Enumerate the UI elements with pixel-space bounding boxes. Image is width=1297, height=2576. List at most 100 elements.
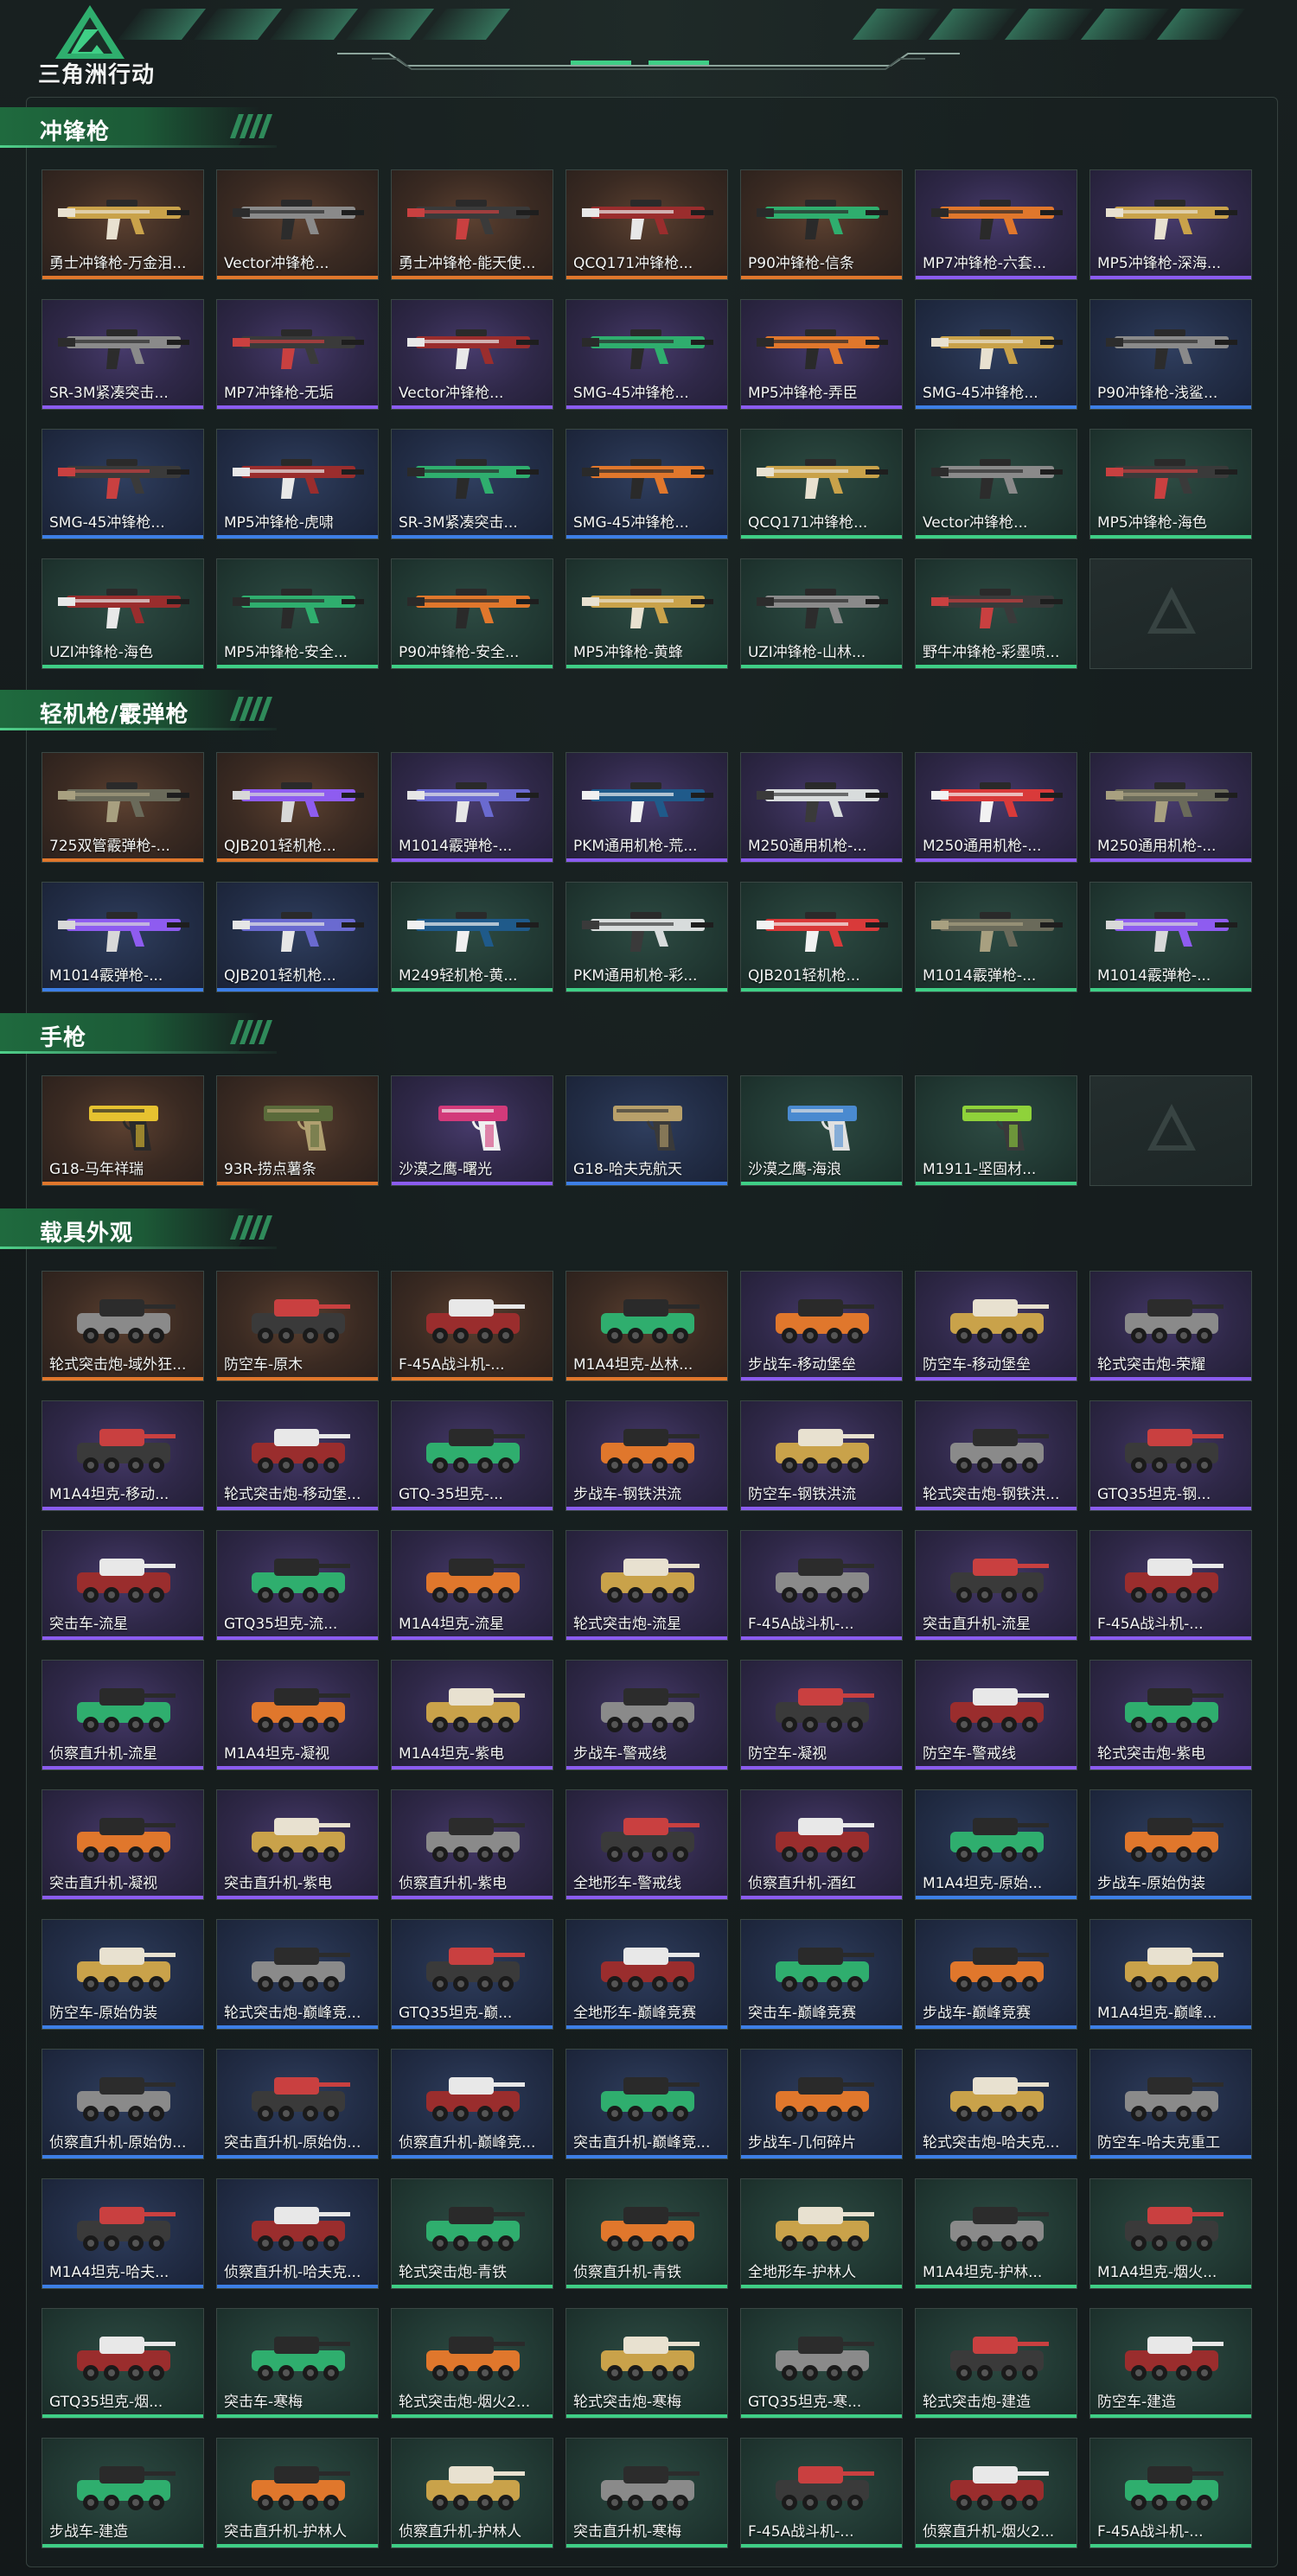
skin-card[interactable]: 侦察直升机-酒红 [740, 1789, 903, 1900]
skin-card[interactable]: Vector冲锋枪... [915, 429, 1077, 539]
skin-card[interactable]: UZI冲锋枪-山林... [740, 558, 903, 669]
skin-card[interactable]: SMG-45冲锋枪... [565, 429, 728, 539]
skin-card[interactable]: 勇士冲锋枪-万金泪... [42, 169, 204, 280]
skin-card[interactable]: 轮式突击炮-青铁 [391, 2178, 553, 2289]
skin-card[interactable]: Vector冲锋枪... [216, 169, 379, 280]
skin-card[interactable]: F-45A战斗机-... [391, 1271, 553, 1381]
skin-card[interactable]: 防空车-建造 [1089, 2308, 1252, 2419]
skin-card[interactable]: 野牛冲锋枪-彩墨喷... [915, 558, 1077, 669]
skin-card[interactable]: 轮式突击炮-流星 [565, 1530, 728, 1641]
skin-card[interactable]: GTQ35坦克-巅... [391, 1919, 553, 2030]
skin-card[interactable]: 步战车-几何碎片 [740, 2049, 903, 2159]
skin-card[interactable]: MP5冲锋枪-黄蜂 [565, 558, 728, 669]
skin-card[interactable]: M250通用机枪-... [1089, 752, 1252, 863]
skin-card[interactable]: M1A4坦克-凝视 [216, 1660, 379, 1770]
skin-card[interactable]: 轮式突击炮-哈夫克... [915, 2049, 1077, 2159]
skin-card[interactable]: 侦察直升机-原始伪... [42, 2049, 204, 2159]
skin-card[interactable]: QCQ171冲锋枪... [740, 429, 903, 539]
skin-card[interactable]: SMG-45冲锋枪... [915, 299, 1077, 410]
skin-card[interactable]: GTQ-35坦克-... [391, 1400, 553, 1511]
skin-card[interactable]: GTQ35坦克-流... [216, 1530, 379, 1641]
skin-card[interactable]: 轮式突击炮-荣耀 [1089, 1271, 1252, 1381]
skin-card[interactable]: 突击直升机-寒梅 [565, 2438, 728, 2548]
skin-card[interactable]: 步战车-警戒线 [565, 1660, 728, 1770]
skin-card[interactable]: F-45A战斗机-... [1089, 2438, 1252, 2548]
skin-card[interactable]: M1A4坦克-移动... [42, 1400, 204, 1511]
skin-card[interactable]: P90冲锋枪-安全... [391, 558, 553, 669]
skin-card[interactable]: M1A4坦克-丛林... [565, 1271, 728, 1381]
skin-card[interactable]: M1A4坦克-流星 [391, 1530, 553, 1641]
skin-card[interactable]: 步战车-建造 [42, 2438, 204, 2548]
skin-card[interactable]: 侦察直升机-青铁 [565, 2178, 728, 2289]
skin-card[interactable]: UZI冲锋枪-海色 [42, 558, 204, 669]
skin-card[interactable]: 轮式突击炮-巅峰竞... [216, 1919, 379, 2030]
skin-card[interactable]: 侦察直升机-紫电 [391, 1789, 553, 1900]
skin-card[interactable]: M1A4坦克-护林... [915, 2178, 1077, 2289]
skin-card[interactable]: MP7冲锋枪-六套... [915, 169, 1077, 280]
skin-card[interactable]: 轮式突击炮-寒梅 [565, 2308, 728, 2419]
skin-card[interactable]: MP5冲锋枪-深海... [1089, 169, 1252, 280]
skin-card[interactable]: 轮式突击炮-移动堡... [216, 1400, 379, 1511]
skin-card[interactable]: MP7冲锋枪-无垢 [216, 299, 379, 410]
skin-card[interactable]: 防空车-原始伪装 [42, 1919, 204, 2030]
skin-card[interactable]: 突击车-流星 [42, 1530, 204, 1641]
skin-card[interactable]: M1A4坦克-烟火... [1089, 2178, 1252, 2289]
skin-card[interactable]: 防空车-凝视 [740, 1660, 903, 1770]
skin-card[interactable]: M1911-坚固材... [915, 1075, 1077, 1186]
skin-card[interactable]: 防空车-原木 [216, 1271, 379, 1381]
skin-card[interactable]: 93R-捞点薯条 [216, 1075, 379, 1186]
skin-card[interactable]: M1014霰弹枪-... [42, 882, 204, 992]
skin-card[interactable]: 轮式突击炮-烟火2... [391, 2308, 553, 2419]
skin-card[interactable]: 侦察直升机-哈夫克... [216, 2178, 379, 2289]
skin-card[interactable]: P90冲锋枪-浅鲨... [1089, 299, 1252, 410]
skin-card[interactable]: 轮式突击炮-建造 [915, 2308, 1077, 2419]
skin-card[interactable]: PKM通用机枪-彩... [565, 882, 728, 992]
skin-card[interactable]: 突击车-巅峰竞赛 [740, 1919, 903, 2030]
skin-card[interactable]: P90冲锋枪-信条 [740, 169, 903, 280]
skin-card[interactable]: GTQ35坦克-烟... [42, 2308, 204, 2419]
skin-card[interactable]: MP5冲锋枪-弄臣 [740, 299, 903, 410]
skin-card[interactable]: QJB201轻机枪... [216, 752, 379, 863]
skin-card[interactable]: MP5冲锋枪-海色 [1089, 429, 1252, 539]
skin-card[interactable]: 突击直升机-巅峰竞... [565, 2049, 728, 2159]
skin-card[interactable]: 侦察直升机-护林人 [391, 2438, 553, 2548]
skin-card[interactable]: M1014霰弹枪-... [1089, 882, 1252, 992]
skin-card[interactable]: M1014霰弹枪-... [915, 882, 1077, 992]
skin-card[interactable]: M250通用机枪-... [740, 752, 903, 863]
skin-card[interactable]: SR-3M紧凑突击... [391, 429, 553, 539]
skin-card[interactable]: QCQ171冲锋枪... [565, 169, 728, 280]
skin-card[interactable]: G18-哈夫克航天 [565, 1075, 728, 1186]
skin-card[interactable]: 步战车-巅峰竞赛 [915, 1919, 1077, 2030]
skin-card[interactable]: 勇士冲锋枪-能天使... [391, 169, 553, 280]
skin-card[interactable]: 轮式突击炮-钢铁洪... [915, 1400, 1077, 1511]
skin-card[interactable]: GTQ35坦克-钢... [1089, 1400, 1252, 1511]
skin-card[interactable]: M1A4坦克-哈夫... [42, 2178, 204, 2289]
skin-card[interactable]: Vector冲锋枪... [391, 299, 553, 410]
skin-card[interactable]: M1A4坦克-巅峰... [1089, 1919, 1252, 2030]
skin-card[interactable]: 侦察直升机-流星 [42, 1660, 204, 1770]
skin-card[interactable]: 步战车-钢铁洪流 [565, 1400, 728, 1511]
skin-card[interactable]: F-45A战斗机-... [740, 1530, 903, 1641]
skin-card[interactable]: 沙漠之鹰-曙光 [391, 1075, 553, 1186]
skin-card[interactable]: M249轻机枪-黄... [391, 882, 553, 992]
skin-card[interactable]: 突击直升机-护林人 [216, 2438, 379, 2548]
skin-card[interactable]: QJB201轻机枪... [216, 882, 379, 992]
skin-card[interactable]: 轮式突击炮-紫电 [1089, 1660, 1252, 1770]
skin-card[interactable]: 全地形车-警戒线 [565, 1789, 728, 1900]
skin-card[interactable]: 沙漠之鹰-海浪 [740, 1075, 903, 1186]
skin-card[interactable]: 防空车-哈夫克重工 [1089, 2049, 1252, 2159]
skin-card[interactable]: 侦察直升机-烟火2... [915, 2438, 1077, 2548]
skin-card[interactable]: SR-3M紧凑突击... [42, 299, 204, 410]
skin-card[interactable]: 防空车-警戒线 [915, 1660, 1077, 1770]
skin-card[interactable]: M1A4坦克-紫电 [391, 1660, 553, 1770]
skin-card[interactable]: G18-马年祥瑞 [42, 1075, 204, 1186]
skin-card[interactable]: 步战车-移动堡垒 [740, 1271, 903, 1381]
skin-card[interactable]: 步战车-原始伪装 [1089, 1789, 1252, 1900]
skin-card[interactable]: M1A4坦克-原始... [915, 1789, 1077, 1900]
skin-card[interactable]: M250通用机枪-... [915, 752, 1077, 863]
skin-card[interactable]: 全地形车-护林人 [740, 2178, 903, 2289]
skin-card[interactable]: 全地形车-巅峰竞赛 [565, 1919, 728, 2030]
skin-card[interactable]: GTQ35坦克-寒... [740, 2308, 903, 2419]
skin-card[interactable]: 轮式突击炮-域外狂... [42, 1271, 204, 1381]
skin-card[interactable]: 侦察直升机-巅峰竞... [391, 2049, 553, 2159]
